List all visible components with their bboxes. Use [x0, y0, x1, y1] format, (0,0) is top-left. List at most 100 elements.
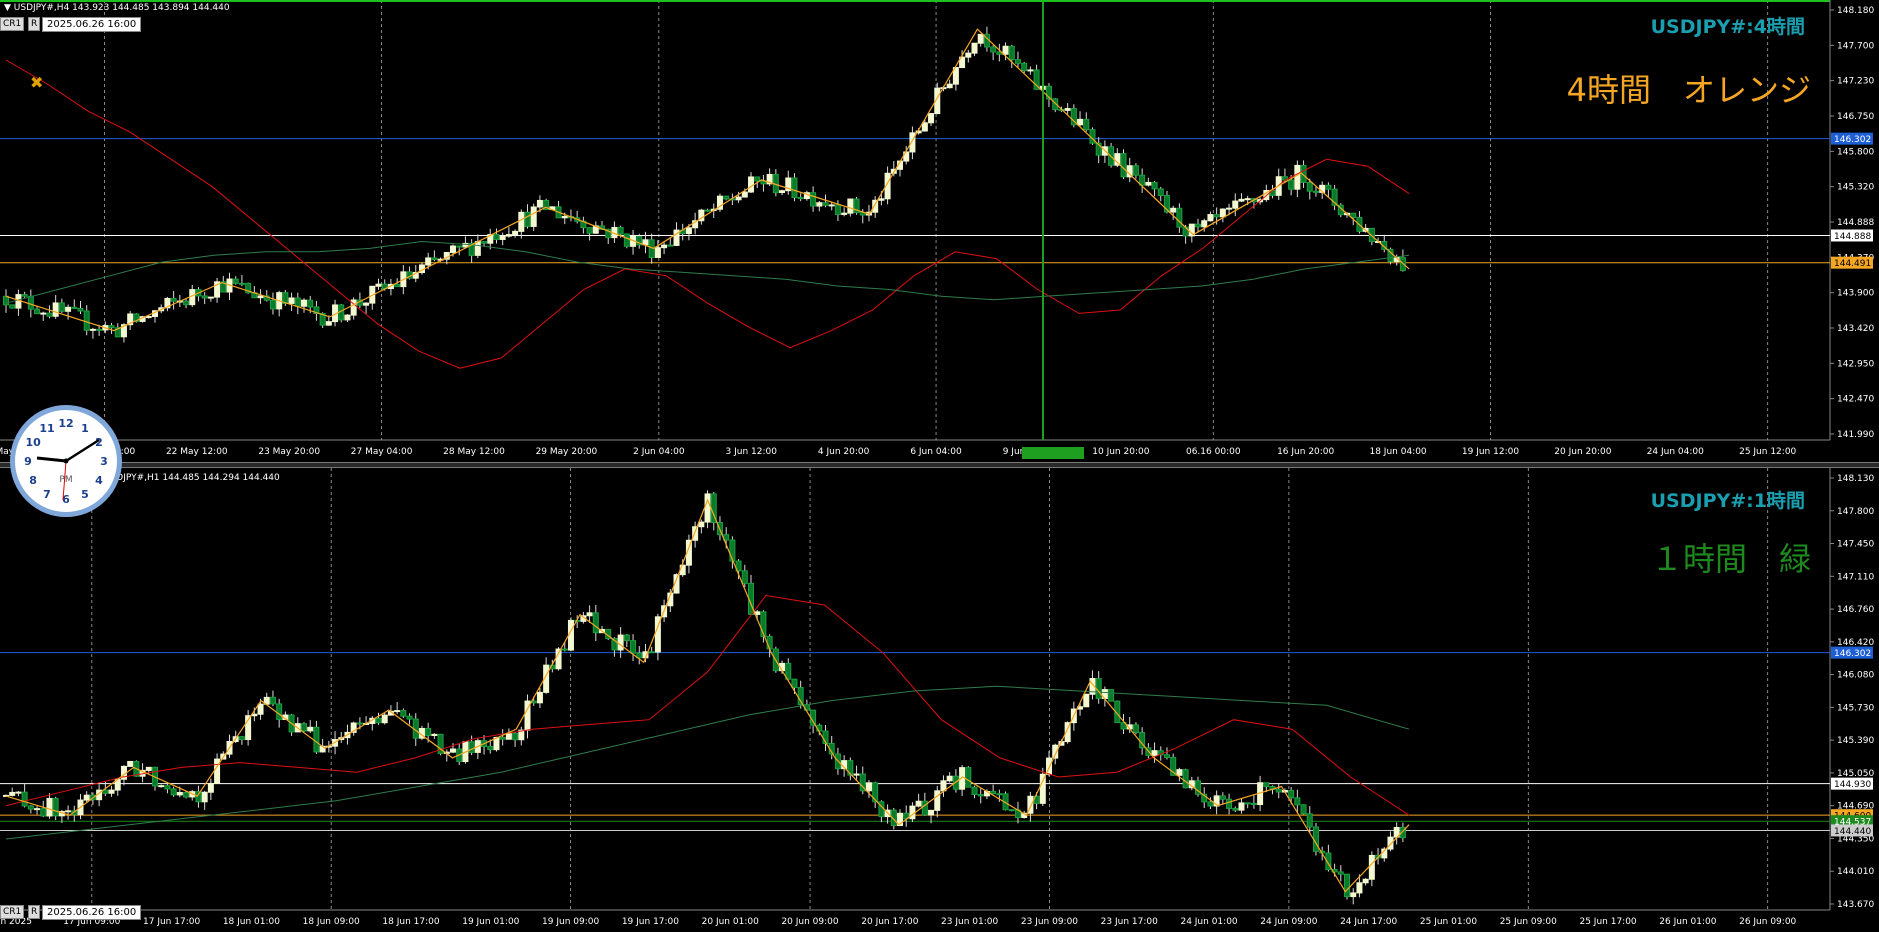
- candle: [52, 796, 59, 821]
- candle: [46, 305, 53, 319]
- candle: [1188, 776, 1195, 791]
- candle: [65, 304, 72, 320]
- candle: [785, 170, 792, 195]
- candle: [34, 805, 41, 815]
- chart-pane-1h[interactable]: 148.130 147.800 147.450 147.110 146.760 146.4…: [0, 468, 1879, 932]
- candle: [841, 207, 848, 217]
- candle: [1132, 722, 1139, 735]
- candle: [34, 306, 41, 315]
- candle: [1362, 878, 1369, 886]
- candle: [779, 189, 786, 196]
- candle: [1213, 790, 1220, 815]
- price-tag-label: 144.440: [1834, 827, 1871, 837]
- candle: [313, 720, 320, 754]
- candle: [1083, 112, 1090, 132]
- y-tick-label: 145.800: [1837, 147, 1874, 157]
- candle: [474, 738, 481, 760]
- candle: [257, 289, 264, 304]
- candle: [748, 172, 755, 194]
- x-tick-label: 19 Jun 12:00: [1462, 447, 1519, 457]
- candle: [847, 757, 854, 781]
- candle: [288, 292, 295, 311]
- x-tick-label: 19 Jun 17:00: [622, 917, 679, 927]
- chart-4h-header: ▼ USDJPY#,H4 143.923 144.485 143.894 144…: [4, 3, 230, 13]
- x-tick-label: 23 Jun 17:00: [1101, 917, 1158, 927]
- analog-clock[interactable]: 12 1 2 3 4 5 6 7 8 9 10 11 PM: [10, 405, 122, 517]
- clock-number: 12: [58, 417, 73, 430]
- candle: [195, 785, 202, 808]
- chart-1h-svg[interactable]: 148.130 147.800 147.450 147.110 146.760 146.4…: [0, 468, 1879, 932]
- candle: [71, 299, 78, 309]
- candle: [1312, 822, 1319, 856]
- candle: [1151, 180, 1158, 197]
- clock-number: 9: [24, 455, 32, 468]
- candle: [723, 195, 730, 201]
- y-tick-label: 144.888: [1837, 218, 1874, 228]
- candle: [704, 208, 711, 212]
- x-tick-label: 27 May 04:00: [351, 447, 413, 457]
- candle: [21, 291, 28, 298]
- candle: [630, 230, 637, 255]
- y-tick-label: 145.390: [1837, 736, 1874, 746]
- candle: [946, 772, 953, 783]
- cr1-label[interactable]: CR1: [0, 17, 25, 31]
- candle: [499, 232, 506, 246]
- y-tick-label: 145.320: [1837, 183, 1874, 193]
- candle: [512, 229, 519, 238]
- candle: [1195, 776, 1202, 797]
- x-tick-label: 06.16 00:00: [1186, 447, 1241, 457]
- candle: [1201, 787, 1208, 808]
- y-tick-label: 148.130: [1837, 474, 1874, 484]
- candle: [1176, 767, 1183, 782]
- candle: [716, 193, 723, 212]
- candle: [1008, 809, 1015, 812]
- chart-4h-title: USDJPY#:4時間: [1650, 16, 1805, 38]
- candle: [1095, 671, 1102, 704]
- candle: [561, 641, 568, 652]
- candle: [1300, 804, 1307, 815]
- candle: [406, 713, 413, 725]
- candle: [1014, 51, 1021, 68]
- r-label[interactable]: R: [28, 17, 41, 31]
- chart-pane-4h[interactable]: 148.180 147.700 147.230 146.750 145.800 145.3…: [0, 0, 1879, 462]
- candle: [704, 490, 711, 529]
- trade-icon[interactable]: ✖: [30, 73, 43, 92]
- candle: [21, 783, 28, 808]
- r-label[interactable]: R: [28, 905, 41, 919]
- clock-number: 11: [39, 422, 54, 435]
- candle: [1077, 703, 1084, 716]
- y-tick-label: 146.760: [1837, 605, 1874, 615]
- candle: [108, 785, 115, 797]
- candle: [108, 322, 115, 334]
- candle: [350, 297, 357, 320]
- candle: [152, 766, 159, 791]
- y-tick-label: 142.470: [1837, 395, 1874, 405]
- x-tick-label: 3 Jun 12:00: [726, 447, 778, 457]
- candle: [77, 300, 84, 315]
- y-tick-label: 148.180: [1837, 6, 1874, 16]
- candle: [617, 627, 624, 658]
- candle: [959, 764, 966, 797]
- candle: [518, 209, 525, 239]
- clock-number: 7: [43, 488, 51, 501]
- x-tick-label: 19 Jun 09:00: [542, 917, 599, 927]
- candle: [977, 788, 984, 804]
- candle: [170, 786, 177, 797]
- x-tick-label: 10 Jun 20:00: [1092, 447, 1149, 457]
- candle: [127, 760, 134, 767]
- candle: [201, 292, 208, 305]
- y-tick-label: 147.450: [1837, 540, 1874, 550]
- candle: [127, 311, 134, 330]
- candle: [1095, 137, 1102, 164]
- candle: [828, 202, 835, 211]
- candle: [474, 234, 481, 259]
- x-tick-label: 25 Jun 09:00: [1500, 917, 1557, 927]
- chart-4h-label: 4時間 オレンジ: [1566, 71, 1811, 109]
- candle: [1381, 234, 1388, 253]
- candle: [1350, 888, 1357, 905]
- candle: [1331, 185, 1338, 211]
- cr1-label[interactable]: CR1: [0, 905, 25, 919]
- date-box: 2025.06.26 16:00: [42, 17, 142, 32]
- series-line-2: [5, 498, 1410, 893]
- candle: [437, 733, 444, 756]
